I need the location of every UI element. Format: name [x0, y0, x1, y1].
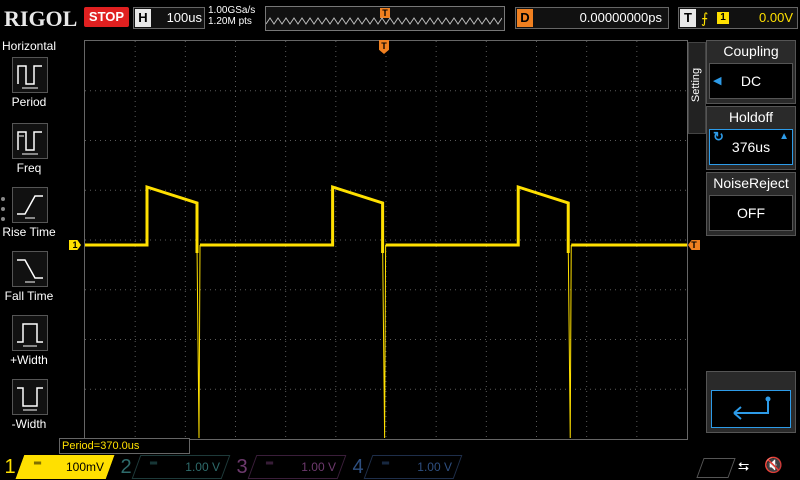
measure-fall-time-button[interactable]: Fall Time [0, 251, 58, 311]
dc-coupling-icon: ═ [266, 458, 274, 469]
fall-time-label: Fall Time [4, 289, 54, 303]
freq-label: Freq [16, 161, 42, 175]
waveform-display[interactable] [84, 40, 688, 440]
rising-edge-icon: ⨍ [701, 10, 709, 26]
delay-label: D [517, 9, 533, 27]
channel-3-scale: 1.00 V [301, 460, 336, 474]
acquisition-info: 1.00GSa/s 1.20M pts [208, 5, 255, 27]
top-status-bar: RIGOL STOP H 100us 1.00GSa/s 1.20M pts T… [0, 0, 800, 36]
measure-negative-width-button[interactable]: -Width [0, 379, 58, 439]
fall-time-icon [12, 251, 48, 287]
coupling-value-box: ◀ DC [709, 63, 793, 99]
holdoff-value: 376us [731, 139, 771, 155]
adjust-icon: ▲ [779, 131, 789, 142]
setting-tab-label: Setting [690, 67, 702, 103]
coupling-value: DC [740, 73, 762, 89]
speaker-muted-icon[interactable]: 🔇 [764, 456, 783, 474]
left-arrow-icon: ◀ [713, 75, 722, 87]
channel-4-tab[interactable]: 4 ═ 1.00 V [350, 455, 463, 479]
noise-reject-header: NoiseReject [713, 175, 789, 191]
enter-icon [711, 390, 791, 428]
negative-width-label: -Width [11, 417, 47, 431]
horizontal-label: H [135, 9, 151, 27]
brand-logo: RIGOL [4, 6, 78, 31]
positive-width-label: +Width [10, 353, 48, 367]
horizontal-scale-value: 100us [166, 10, 202, 25]
negative-width-icon [12, 379, 48, 415]
channel-1-tab[interactable]: 1 ═ 100mV [2, 455, 115, 479]
sample-rate: 1.00GSa/s [208, 5, 256, 16]
period-label: Period [11, 95, 47, 109]
channel-4-scale: 1.00 V [417, 460, 452, 474]
menu-title: Horizontal [2, 39, 57, 53]
delay-value: 0.00000000ps [579, 10, 662, 25]
channel-1-scale: 100mV [65, 460, 104, 474]
channel-bar: 1 ═ 100mV 2 ═ 1.00 V 3 ═ 1.00 V 4 ═ 1.00… [0, 454, 800, 480]
rise-time-icon [12, 187, 48, 223]
horizontal-measure-menu: Horizontal Period Freq Rise Time Fall Ti… [0, 37, 58, 444]
noise-reject-value: OFF [737, 205, 765, 221]
enter-button[interactable] [706, 371, 796, 433]
coupling-button[interactable]: Coupling ◀ DC [706, 40, 796, 104]
dc-coupling-icon: ═ [34, 458, 42, 469]
period-measurement: Period=370.0us [59, 438, 190, 454]
rotate-knob-icon: ↻ [713, 129, 724, 144]
measure-rise-time-button[interactable]: Rise Time [0, 187, 58, 247]
delay-box[interactable]: D 0.00000000ps [515, 7, 669, 29]
measure-freq-button[interactable]: Freq [0, 123, 58, 183]
dc-coupling-icon: ═ [150, 458, 158, 469]
memory-depth: 1.20M pts [208, 16, 252, 27]
holdoff-value-box: ↻ ▲ 376us [709, 129, 793, 165]
channel-2-scale: 1.00 V [185, 460, 220, 474]
trigger-level-marker[interactable]: T [688, 240, 700, 250]
period-icon [12, 57, 48, 93]
trigger-label: T [680, 9, 696, 27]
memory-waveform-preview [266, 17, 502, 25]
coupling-header: Coupling [723, 43, 779, 59]
channel-1-offset-marker[interactable]: 1 [69, 240, 81, 250]
frequency-icon [12, 123, 48, 159]
measure-positive-width-button[interactable]: +Width [0, 315, 58, 375]
trigger-box[interactable]: T ⨍ 1 0.00V [678, 7, 798, 29]
memory-position-strip: T [265, 6, 505, 31]
run-stop-indicator[interactable]: STOP [84, 7, 129, 27]
channel-1-waveform [85, 184, 687, 439]
trigger-level: 0.00V [759, 10, 793, 25]
trigger-source: 1 [717, 12, 729, 24]
rise-time-label: Rise Time [2, 225, 56, 239]
usb-icon: ⮀ [738, 458, 750, 474]
horizontal-scale-box[interactable]: H 100us [133, 7, 205, 29]
noise-reject-button[interactable]: NoiseReject OFF [706, 172, 796, 236]
positive-width-icon [12, 315, 48, 351]
channel-2-tab[interactable]: 2 ═ 1.00 V [118, 455, 231, 479]
dc-coupling-icon: ═ [382, 458, 390, 469]
noise-reject-value-box: OFF [709, 195, 793, 231]
holdoff-button[interactable]: Holdoff ↻ ▲ 376us [706, 106, 796, 170]
setting-tab[interactable]: Setting [688, 42, 706, 134]
channel-3-tab[interactable]: 3 ═ 1.00 V [234, 455, 347, 479]
measure-period-button[interactable]: Period [0, 57, 58, 117]
